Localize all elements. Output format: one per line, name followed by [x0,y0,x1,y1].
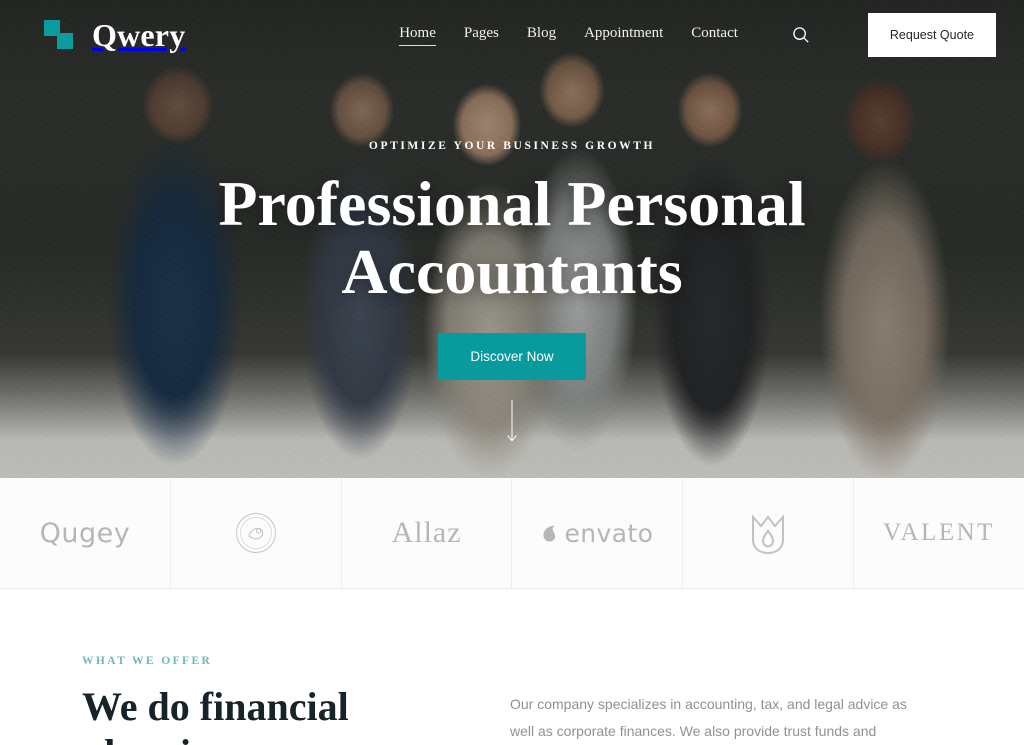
partner-name-allaz: Allaz [391,516,462,549]
offer-title-line-1: We do financial planning [82,684,349,745]
nav-item-contact[interactable]: Contact [691,25,738,45]
arrow-down-icon [507,400,517,442]
partner-name-valent: VALENT [883,519,995,546]
offer-heading-column: What We Offer We do financial planning a… [0,655,470,745]
nav-item-home[interactable]: Home [399,25,436,46]
partner-logo-valent[interactable]: VALENT [854,478,1024,588]
offer-title: We do financial planning and consulting [82,683,470,745]
circular-badge-icon [235,513,276,553]
site-header: Qwery Home Pages Blog Appointment Contac… [0,0,1024,70]
partner-logo-badge[interactable] [171,478,342,588]
hero-section: Qwery Home Pages Blog Appointment Contac… [0,0,1024,478]
hero-content: Optimize Your Business Growth Profession… [0,140,1024,380]
scroll-down-indicator[interactable] [505,400,519,451]
brand-name: Qwery [92,17,186,53]
search-button[interactable] [788,22,814,48]
partner-logo-envato[interactable]: envato [512,478,684,588]
partner-logo-strip: Qugey Allaz envato VALENT [0,478,1024,589]
search-icon [793,27,809,43]
nav-item-appointment[interactable]: Appointment [584,25,663,45]
offer-section-label: What We Offer [82,655,213,667]
tulip-shield-icon [752,514,785,555]
discover-now-button[interactable]: Discover Now [438,332,586,380]
hero-title-line-1: Professional Personal [218,168,806,239]
envato-leaf-icon [543,525,556,541]
partner-name-qugey: Qugey [39,517,131,549]
partner-name-envato: envato [564,518,654,548]
partner-logo-allaz[interactable]: Allaz [342,478,513,588]
brand-logo-link[interactable]: Qwery [44,18,185,52]
hero-title-line-2: Accountants [341,236,683,308]
partner-logo-tulip[interactable] [683,478,855,588]
what-we-offer-section: What We Offer We do financial planning a… [0,589,1024,745]
two-squares-logo-icon [44,18,78,52]
nav-item-pages[interactable]: Pages [464,25,499,45]
nav-item-blog[interactable]: Blog [527,25,556,45]
request-quote-button[interactable]: Request Quote [867,13,996,57]
main-navigation: Home Pages Blog Appointment Contact Requ… [399,13,996,57]
offer-paragraph: Our company specializes in accounting, t… [510,696,907,740]
hero-title: Professional Personal Accountants [40,168,984,308]
hero-eyebrow: Optimize Your Business Growth [368,140,656,152]
partner-logo-qugey[interactable]: Qugey [0,478,171,588]
offer-text-column: Our company specializes in accounting, t… [470,655,1024,745]
